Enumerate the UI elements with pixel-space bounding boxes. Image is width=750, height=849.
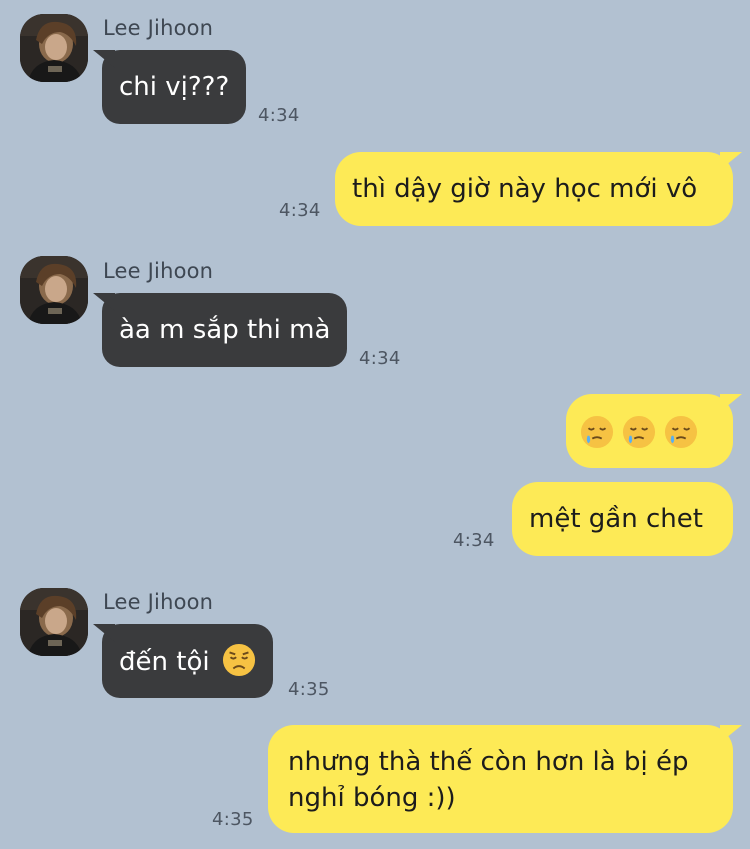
message-text: chi vị??? [119, 72, 230, 102]
chat-thread: Lee Jihoon chi vị??? 4:34 4:34 thì dậy g… [0, 0, 750, 849]
sleepy-face-icon [580, 415, 614, 449]
sender-name: Lee Jihoon [103, 590, 214, 614]
contact-avatar[interactable] [20, 256, 88, 324]
contact-avatar[interactable] [20, 588, 88, 656]
disappointed-face-icon [222, 643, 256, 677]
message-timestamp: 4:34 [453, 530, 495, 551]
message-timestamp: 4:34 [359, 348, 401, 369]
message-bubble-sent[interactable]: mệt gần chet [512, 482, 733, 556]
avatar-photo-icon [20, 256, 88, 324]
contact-avatar[interactable] [20, 14, 88, 82]
avatar-photo-icon [20, 588, 88, 656]
message-timestamp: 4:34 [258, 105, 300, 126]
message-bubble-sent[interactable]: nhưng thà thế còn hơn là bị ép nghỉ bóng… [268, 725, 733, 833]
message-bubble-sent[interactable] [566, 394, 733, 468]
sender-name: Lee Jihoon [103, 259, 214, 283]
message-timestamp: 4:35 [212, 809, 254, 830]
message-bubble-received[interactable]: đến tội [102, 624, 273, 698]
sleepy-face-icon [664, 415, 698, 449]
avatar-photo-icon [20, 14, 88, 82]
message-timestamp: 4:34 [279, 200, 321, 221]
emoji-row [580, 415, 698, 449]
message-text: àa m sắp thi mà [119, 315, 331, 345]
sleepy-face-icon [622, 415, 656, 449]
message-timestamp: 4:35 [288, 679, 330, 700]
sender-name: Lee Jihoon [103, 16, 214, 40]
message-text: đến tội [119, 647, 210, 677]
message-text: nhưng thà thế còn hơn là bị ép nghỉ bóng… [288, 747, 689, 813]
message-text: mệt gần chet [529, 504, 703, 534]
message-bubble-received[interactable]: àa m sắp thi mà [102, 293, 348, 367]
message-bubble-sent[interactable]: thì dậy giờ này học mới vô [335, 152, 733, 226]
message-text: thì dậy giờ này học mới vô [352, 174, 698, 204]
message-bubble-received[interactable]: chi vị??? [102, 50, 247, 124]
